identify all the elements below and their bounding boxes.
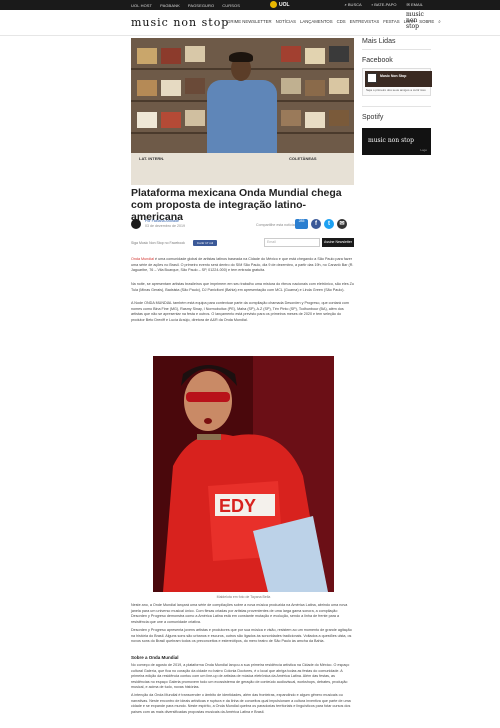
uol-logo-icon <box>270 1 277 8</box>
site-header: music non stop Grime Newsletter Notícias… <box>0 10 500 36</box>
article-date: 03 de dezembro de 2019 <box>145 224 185 228</box>
share-label: Compartilhe esta notícia <box>256 223 295 227</box>
uol-link-pagseguro[interactable]: PAGSEGURO <box>188 3 214 8</box>
record-cover <box>185 46 205 62</box>
uol-link-host[interactable]: UOL HOST <box>131 3 152 8</box>
nav-item-lancamentos[interactable]: Lançamentos <box>300 19 333 24</box>
uol-links: UOL HOST PAGBANK PAGSEGURO CURSOS <box>131 3 240 8</box>
search-label: BUSCA <box>347 2 362 7</box>
record-cover <box>161 48 181 64</box>
email-share-icon[interactable]: ✉ <box>337 219 347 229</box>
record-cover <box>161 80 181 96</box>
onda-mundial-link[interactable]: Onda Mundial <box>131 257 154 261</box>
article-paragraph: Onda Mundial é uma comunidade global de … <box>131 257 354 274</box>
article-paragraph: Na noite, se apresentam artistas brasile… <box>131 282 354 292</box>
record-cover <box>185 110 205 126</box>
sidebar-heading-mais-lidas: Mais Lidas <box>362 38 396 45</box>
record-cover <box>137 80 157 96</box>
record-cover <box>137 48 157 64</box>
record-cover <box>305 48 325 64</box>
record-cover <box>305 112 325 128</box>
site-logo[interactable]: music non stop <box>131 16 229 29</box>
fb-page-sub: Seja o primeiro dos seus amigos a curtir… <box>366 88 426 92</box>
record-cover <box>329 110 349 126</box>
facebook-like-button[interactable]: Curtir 17 mil <box>193 240 217 246</box>
article-byline: Por Fabiana Andrade 03 de dezembro de 20… <box>131 218 354 232</box>
person-figure <box>207 80 277 160</box>
page-avatar <box>367 73 377 83</box>
twitter-share-icon[interactable]: t <box>324 219 334 229</box>
record-cover <box>329 46 349 62</box>
chat-link[interactable]: ▪ BATE-PAPO <box>372 2 397 7</box>
paragraph-text: é uma comunidade global de artistas lati… <box>131 257 354 273</box>
nav-item-cds[interactable]: CDs <box>337 19 346 24</box>
divider <box>362 106 431 107</box>
portrait-illustration: EDY <box>153 356 334 592</box>
newsletter-email-input[interactable]: Email <box>264 238 320 247</box>
hero-photo: LAT. INTERN. COLETÂNEAS <box>131 38 354 185</box>
record-cover <box>305 80 325 96</box>
author-name[interactable]: Por Fabiana Andrade <box>145 219 179 223</box>
uol-top-bar: UOL HOST PAGBANK PAGSEGURO CURSOS UOL ⌕ … <box>0 0 500 10</box>
email-link[interactable]: ✉ EMAIL <box>407 2 423 7</box>
article-photo: EDY <box>153 356 334 592</box>
site-logo-stacked[interactable]: music non stop <box>406 12 424 30</box>
uol-logo-text: UOL <box>279 1 290 8</box>
uol-link-cursos[interactable]: CURSOS <box>222 3 240 8</box>
article-paragraph: A Node ONDA MUNDIAL também está equipa p… <box>131 301 349 322</box>
article-paragraph: Neste ano, a Onde Mundial lançará uma sé… <box>131 603 348 624</box>
uol-link-pagbank[interactable]: PAGBANK <box>160 3 180 8</box>
record-cover <box>161 112 181 128</box>
chat-label: BATE-PAPO <box>374 2 397 7</box>
record-cover <box>137 112 157 128</box>
fb-page-name[interactable]: Music Non Stop <box>380 74 406 78</box>
nav-item-entrevistas[interactable]: Entrevistas <box>350 19 380 24</box>
spotify-brand: music non stop <box>368 137 415 144</box>
record-cover <box>329 78 349 94</box>
photo-caption: Maldelota em foto de Tayana Bella <box>216 595 271 599</box>
divider <box>362 49 431 50</box>
follow-bar: Siga Music Non Stop no Facebook Curtir 1… <box>131 238 354 248</box>
follow-text: Siga Music Non Stop no Facebook <box>131 241 185 245</box>
nav-item-festas[interactable]: Festas <box>383 19 399 24</box>
record-cover <box>281 78 301 94</box>
article-paragraph: A intenção da Onda Mundial é transcender… <box>131 693 351 714</box>
record-cover <box>281 110 301 126</box>
uol-logo[interactable]: UOL <box>270 1 290 8</box>
email-label: EMAIL <box>410 2 423 7</box>
record-bin: LAT. INTERN. COLETÂNEAS <box>131 153 354 185</box>
person-figure <box>229 52 253 62</box>
article-paragraph: Desorden y Progreso apresenta jovens art… <box>131 628 352 644</box>
share-count: 285 <box>295 219 308 229</box>
record-cover <box>185 78 205 94</box>
bin-label: COLETÂNEAS <box>289 156 317 161</box>
spotify-tag: Logo <box>420 148 427 152</box>
search-link[interactable]: ⌕ BUSCA <box>345 2 362 7</box>
nav-item-newsletter[interactable]: Grime Newsletter <box>227 19 272 24</box>
subscribe-button[interactable]: Assine Newsletter <box>322 238 354 247</box>
nav-item-noticias[interactable]: Notícias <box>276 19 296 24</box>
article-paragraph: No começo de agosto de 2019, a plataform… <box>131 663 350 690</box>
facebook-share-icon[interactable]: f <box>311 219 321 229</box>
bin-label: LAT. INTERN. <box>139 156 165 161</box>
uol-right-links: ⌕ BUSCA ▪ BATE-PAPO ✉ EMAIL <box>345 2 423 7</box>
spotify-widget[interactable]: music non stop Logo <box>362 128 431 155</box>
svg-text:EDY: EDY <box>219 496 256 516</box>
share-count-value: 285 <box>298 219 305 223</box>
section-subhead: Sobre a Onda Mundial <box>131 655 179 660</box>
author-avatar <box>131 219 141 229</box>
sidebar-heading-facebook: Facebook <box>362 57 393 64</box>
nav-search-icon[interactable]: ⌕ <box>438 19 440 24</box>
facebook-page-widget[interactable]: Music Non Stop Seja o primeiro dos seus … <box>362 68 432 96</box>
logo-line-3: stop <box>406 23 419 30</box>
sidebar-heading-spotify: Spotify <box>362 114 384 121</box>
record-cover <box>281 46 301 62</box>
